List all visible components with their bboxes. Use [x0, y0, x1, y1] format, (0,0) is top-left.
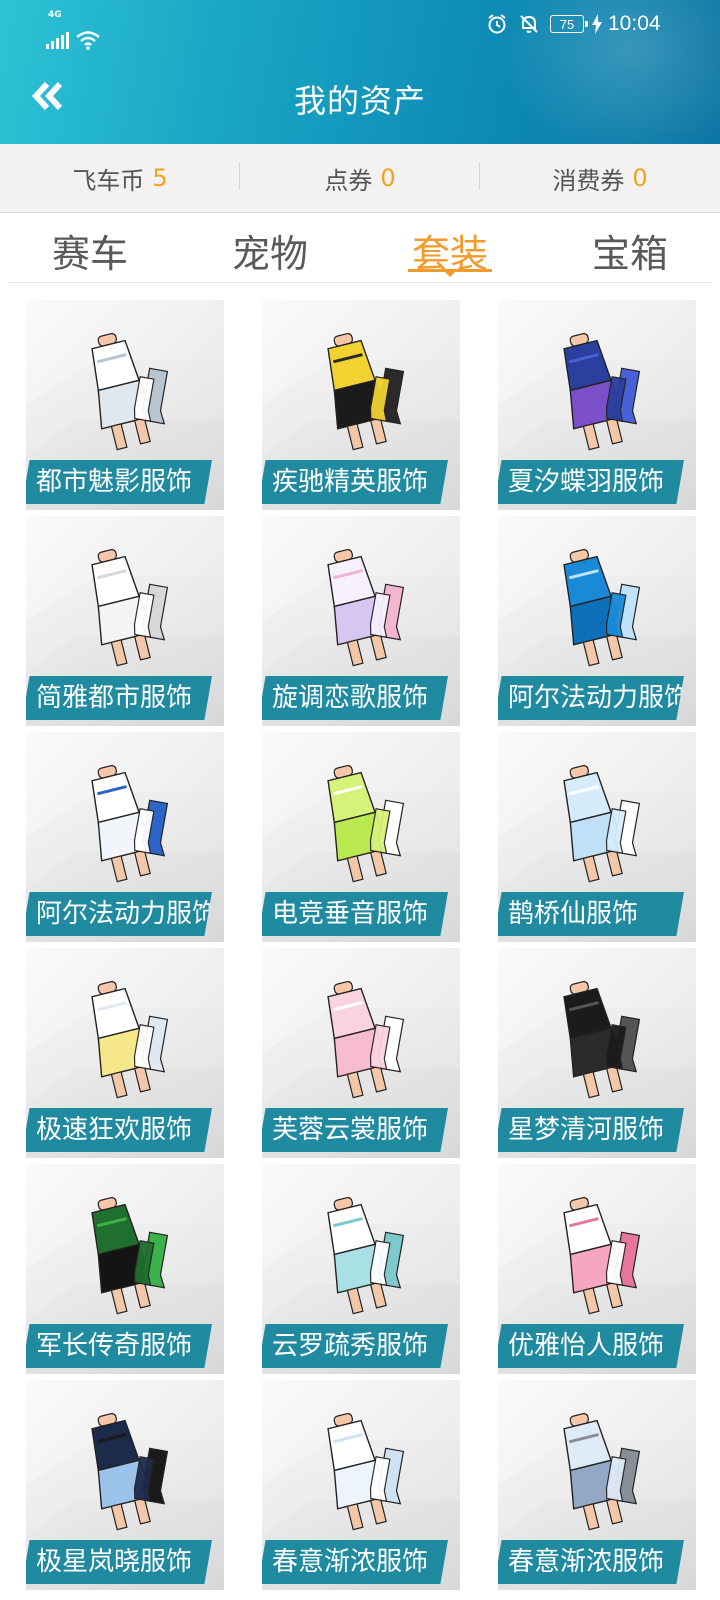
outfit-image — [327, 549, 405, 667]
outfit-name: 鹊桥仙服饰 — [498, 892, 684, 936]
outfit-name: 军长传奇服饰 — [26, 1324, 212, 1368]
currency-vouchers: 消费券 0 — [480, 144, 720, 212]
currency-value: 0 — [632, 164, 648, 192]
outfit-image — [563, 765, 641, 883]
outfit-name: 春意渐浓服饰 — [262, 1540, 448, 1584]
outfit-card[interactable]: 极星岚晓服饰 — [26, 1380, 224, 1590]
category-tabs: 赛车 宠物 套装 宝箱 — [0, 213, 720, 283]
outfit-image — [563, 981, 641, 1099]
tab-chests[interactable]: 宝箱 — [540, 213, 720, 283]
outfit-image — [91, 333, 169, 451]
outfit-name: 简雅都市服饰 — [26, 676, 212, 720]
outfit-image — [327, 1197, 405, 1315]
charging-icon — [592, 14, 602, 34]
outfit-card[interactable]: 阿尔法动力服饰 — [498, 516, 696, 726]
outfit-image — [563, 1197, 641, 1315]
outfit-name: 疾驰精英服饰 — [262, 460, 448, 504]
outfit-image — [563, 1413, 641, 1531]
page-title: 我的资产 — [293, 82, 426, 120]
outfit-name: 星梦清河服饰 — [498, 1108, 684, 1152]
outfit-name: 春意渐浓服饰 — [498, 1540, 684, 1584]
outfit-card[interactable]: 春意渐浓服饰 — [262, 1380, 460, 1590]
outfit-image — [327, 981, 405, 1099]
outfit-card[interactable]: 疾驰精英服饰 — [262, 300, 460, 510]
app-header: 4G 75 10:04 我的资产 — [0, 0, 720, 144]
outfit-image — [91, 1197, 169, 1315]
outfit-card[interactable]: 春意渐浓服饰 — [498, 1380, 696, 1590]
currency-bar: 飞车币 5 点券 0 消费券 0 — [0, 144, 720, 213]
outfit-name: 云罗疏秀服饰 — [262, 1324, 448, 1368]
outfit-name: 极星岚晓服饰 — [26, 1540, 212, 1584]
tab-pets[interactable]: 宠物 — [180, 213, 360, 283]
network-type: 4G — [48, 10, 62, 20]
outfit-name: 旋调恋歌服饰 — [262, 676, 448, 720]
outfit-name: 极速狂欢服饰 — [26, 1108, 212, 1152]
outfit-card[interactable]: 都市魅影服饰 — [26, 300, 224, 510]
outfit-card[interactable]: 电竞垂音服饰 — [262, 732, 460, 942]
tab-cars[interactable]: 赛车 — [0, 213, 180, 283]
currency-label: 消费券 — [552, 166, 625, 195]
outfit-image — [563, 549, 641, 667]
wifi-icon — [76, 31, 100, 50]
outfit-card[interactable]: 星梦清河服饰 — [498, 948, 696, 1158]
status-left: 4G — [46, 10, 101, 50]
currency-value: 0 — [380, 164, 396, 192]
battery-level: 75 — [559, 16, 575, 32]
tab-label: 宠物 — [231, 231, 308, 276]
currency-label: 飞车币 — [72, 166, 145, 195]
outfit-image — [327, 765, 405, 883]
outfit-name: 都市魅影服饰 — [26, 460, 212, 504]
outfit-image — [91, 765, 169, 883]
outfit-card[interactable]: 军长传奇服饰 — [26, 1164, 224, 1374]
tab-label: 赛车 — [51, 231, 128, 276]
tab-outfits[interactable]: 套装 — [360, 213, 540, 283]
currency-coins: 飞车币 5 — [0, 144, 240, 212]
outfit-image — [563, 333, 641, 451]
outfit-image — [327, 1413, 405, 1531]
outfit-card[interactable]: 云罗疏秀服饰 — [262, 1164, 460, 1374]
tab-divider — [8, 282, 712, 283]
currency-points: 点券 0 — [240, 144, 480, 212]
currency-value: 5 — [152, 164, 168, 192]
caret-down-icon — [444, 271, 456, 277]
outfit-name: 阿尔法动力服饰 — [26, 892, 212, 936]
tab-label: 宝箱 — [591, 231, 668, 276]
battery-icon: 75 — [550, 15, 588, 33]
outfit-card[interactable]: 旋调恋歌服饰 — [262, 516, 460, 726]
outfit-name: 芙蓉云裳服饰 — [262, 1108, 448, 1152]
outfit-image — [91, 1413, 169, 1531]
outfit-image — [327, 333, 405, 451]
alarm-icon — [488, 14, 506, 34]
status-time: 10:04 — [608, 12, 661, 35]
outfit-card[interactable]: 鹊桥仙服饰 — [498, 732, 696, 942]
outfit-card[interactable]: 芙蓉云裳服饰 — [262, 948, 460, 1158]
status-right: 75 10:04 — [486, 12, 661, 36]
outfit-card[interactable]: 优雅怡人服饰 — [498, 1164, 696, 1374]
outfit-name: 优雅怡人服饰 — [498, 1324, 684, 1368]
outfit-image — [91, 981, 169, 1099]
currency-label: 点券 — [324, 166, 373, 195]
outfit-card[interactable]: 夏汐蝶羽服饰 — [498, 300, 696, 510]
outfit-card[interactable]: 简雅都市服饰 — [26, 516, 224, 726]
outfit-name: 阿尔法动力服饰 — [498, 676, 684, 720]
outfit-card[interactable]: 极速狂欢服饰 — [26, 948, 224, 1158]
outfit-image — [91, 549, 169, 667]
outfit-name: 电竞垂音服饰 — [262, 892, 448, 936]
mute-icon — [520, 15, 538, 33]
signal-icon: 4G — [46, 10, 69, 49]
outfit-card[interactable]: 阿尔法动力服饰 — [26, 732, 224, 942]
status-bar: 4G 75 10:04 — [0, 0, 720, 50]
outfit-name: 夏汐蝶羽服饰 — [498, 460, 684, 504]
